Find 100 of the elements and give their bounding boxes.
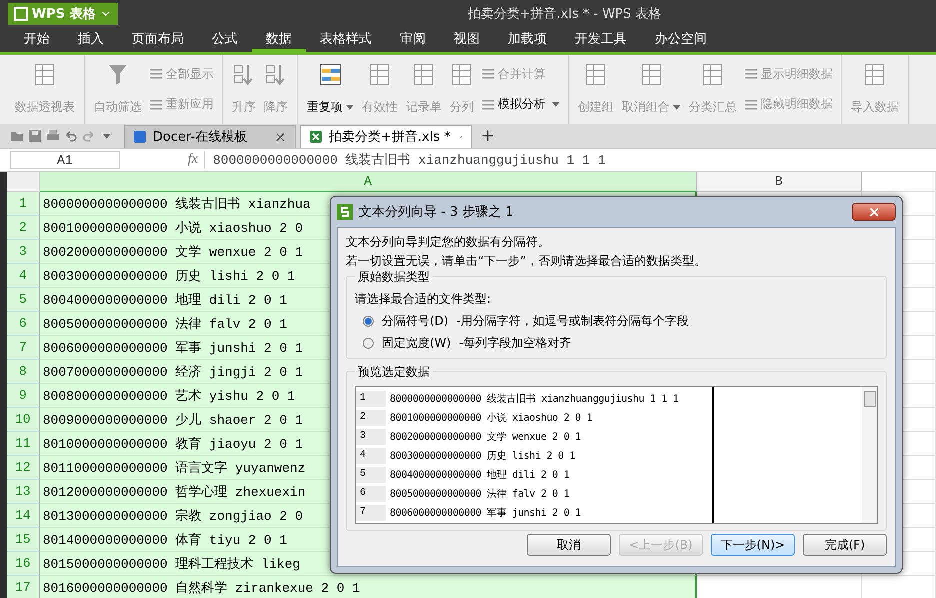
- preview-text: 8004000000000000 地理 dili 2 0 1: [390, 468, 570, 482]
- row-header[interactable]: 7: [7, 336, 40, 360]
- radio-button[interactable]: [363, 338, 374, 349]
- list-icon: [481, 98, 495, 112]
- document-icon: [309, 130, 323, 144]
- option-label[interactable]: 分隔符号(D): [382, 313, 449, 330]
- menu-tab[interactable]: 办公空间: [641, 28, 721, 52]
- row-header[interactable]: 8: [7, 360, 40, 384]
- ribbon-button[interactable]: 重复项: [304, 59, 357, 120]
- document-icon: [133, 130, 147, 144]
- menu-tab[interactable]: 加载项: [494, 28, 561, 52]
- table-icon: [640, 63, 662, 87]
- select-all-corner[interactable]: [7, 172, 40, 192]
- folder-icon[interactable]: [10, 129, 24, 143]
- app-logo-icon: [337, 204, 353, 220]
- cell-text: 8005000000000000 法律 falv 2 0 1: [43, 316, 288, 332]
- preview-row-number: 7: [356, 504, 386, 520]
- row-header[interactable]: 17: [7, 576, 40, 598]
- preview-text: 8006000000000000 军事 junshi 2 0 1: [390, 506, 582, 520]
- cell-text: 8011000000000000 语言文字 yuyanwenz: [43, 460, 306, 476]
- preview-text: 8003000000000000 历史 lishi 2 0 1: [390, 450, 576, 462]
- scrollbar[interactable]: [862, 387, 877, 523]
- dialog-button[interactable]: 下一步(N)>: [711, 534, 795, 556]
- row-header[interactable]: 12: [7, 456, 40, 480]
- dialog-button[interactable]: 完成(F): [803, 534, 887, 556]
- cell-text: 8001000000000000 小说 xiaoshuo 2 0: [43, 220, 304, 236]
- instruction-text: 若一切设置无误，请单击“下一步”，否则请选择最合适的数据类型。: [346, 253, 708, 270]
- table-icon: [413, 63, 435, 87]
- cell-text: 8007000000000000 经济 jingji 2 0 1: [43, 364, 304, 380]
- row-header[interactable]: 6: [7, 312, 40, 336]
- cell-text: 8008000000000000 艺术 yishu 2 0 1: [43, 388, 296, 404]
- preview-text: 8000000000000000 线装古旧书 xianzhuanggujiushu 1 1 1: [390, 392, 679, 406]
- formula-input[interactable]: 8000000000000000 线装古旧书 xianzhuanggujiushu 1 1 1: [204, 151, 936, 169]
- list-icon: [149, 98, 163, 112]
- preview-row-number: 4: [356, 448, 386, 464]
- row-header[interactable]: 11: [7, 432, 40, 456]
- cell-text: 8000000000000000 线装古旧书 xianzhua: [43, 196, 311, 212]
- menu-tab[interactable]: 公式: [198, 28, 252, 52]
- menu-tab[interactable]: 开始: [10, 28, 64, 52]
- prompt-text: 请选择最合适的文件类型:: [355, 291, 492, 308]
- table-icon: [369, 63, 391, 87]
- column-header[interactable]: A: [40, 172, 697, 192]
- name-box[interactable]: A1: [10, 151, 120, 169]
- row-header[interactable]: 4: [7, 264, 40, 288]
- function-label[interactable]: fx: [188, 152, 198, 168]
- row-header[interactable]: 9: [7, 384, 40, 408]
- app-menu-button[interactable]: WPS 表格: [8, 3, 118, 25]
- instruction-text: 文本分列向导判定您的数据有分隔符。: [346, 234, 551, 251]
- option-label[interactable]: 固定宽度(W): [382, 335, 452, 352]
- ribbon-button[interactable]: 模拟分析: [479, 94, 562, 116]
- column-header[interactable]: [862, 172, 936, 192]
- close-icon[interactable]: [274, 130, 287, 144]
- radio-button[interactable]: [363, 316, 374, 327]
- row-header[interactable]: 3: [7, 240, 40, 264]
- row-header[interactable]: 16: [7, 552, 40, 576]
- table-icon: [702, 63, 724, 87]
- row-header[interactable]: 2: [7, 216, 40, 240]
- add-tab-icon[interactable]: [480, 128, 496, 144]
- document-tab[interactable]: Docer-在线模板: [124, 125, 296, 148]
- menu-tab[interactable]: 审阅: [386, 28, 440, 52]
- row-header[interactable]: 14: [7, 504, 40, 528]
- group-legend: 原始数据类型: [355, 269, 433, 286]
- row-header[interactable]: 5: [7, 288, 40, 312]
- preview-text: 8001000000000000 小说 xiaoshuo 2 0 1: [390, 412, 592, 424]
- table-icon: [585, 63, 607, 87]
- close-button[interactable]: [852, 203, 896, 221]
- document-tab[interactable]: 拍卖分类+拼音.xls *: [300, 125, 472, 148]
- menu-tab[interactable]: 插入: [64, 28, 118, 52]
- dialog-title: 文本分列向导 - 3 步骤之 1: [359, 204, 514, 221]
- cell-text: 8016000000000000 自然科学 zirankexue 2 0 1: [43, 580, 360, 596]
- menu-tab[interactable]: 视图: [440, 28, 494, 52]
- list-icon: [744, 67, 758, 82]
- row-header[interactable]: 1: [7, 192, 40, 216]
- preview-text: 8005000000000000 法律 falv 2 0 1: [390, 488, 570, 500]
- print-icon[interactable]: [46, 129, 60, 143]
- row-header[interactable]: 10: [7, 408, 40, 432]
- option-description: -每列字段加空格对齐: [459, 335, 572, 352]
- funnel-icon: [107, 63, 129, 87]
- cell-text: 8006000000000000 军事 junshi 2 0 1: [43, 340, 304, 356]
- sort-icon: [265, 63, 287, 87]
- logo-icon: [14, 7, 28, 21]
- menu-tab[interactable]: 页面布局: [118, 28, 198, 52]
- list-icon: [149, 67, 163, 82]
- cell-text: 8009000000000000 少儿 shaoer 2 0 1: [43, 412, 304, 428]
- menu-tab[interactable]: 表格样式: [306, 28, 386, 52]
- cell-text: 8013000000000000 宗教 zongjiao 2 0: [43, 508, 304, 524]
- save-icon[interactable]: [28, 129, 42, 143]
- dialog-button[interactable]: 取消: [527, 534, 611, 556]
- cell-text: 8003000000000000 历史 lishi 2 0 1: [43, 268, 296, 284]
- row-header[interactable]: 13: [7, 480, 40, 504]
- cell-text: 8010000000000000 教育 jiaoyu 2 0 1: [43, 436, 304, 452]
- table-icon: [320, 63, 342, 87]
- menu-tab[interactable]: 开发工具: [561, 28, 641, 52]
- column-header[interactable]: B: [697, 172, 862, 192]
- cell-text: 8012000000000000 哲学心理 zhexuexin: [43, 484, 306, 500]
- cell-text: 8015000000000000 理科工程技术 likeg: [43, 556, 300, 572]
- preview-row-number: 2: [356, 410, 386, 426]
- row-header[interactable]: 15: [7, 528, 40, 552]
- option-description: -用分隔字符，如逗号或制表符分隔每个字段: [456, 313, 689, 330]
- undo-icon[interactable]: [64, 129, 78, 143]
